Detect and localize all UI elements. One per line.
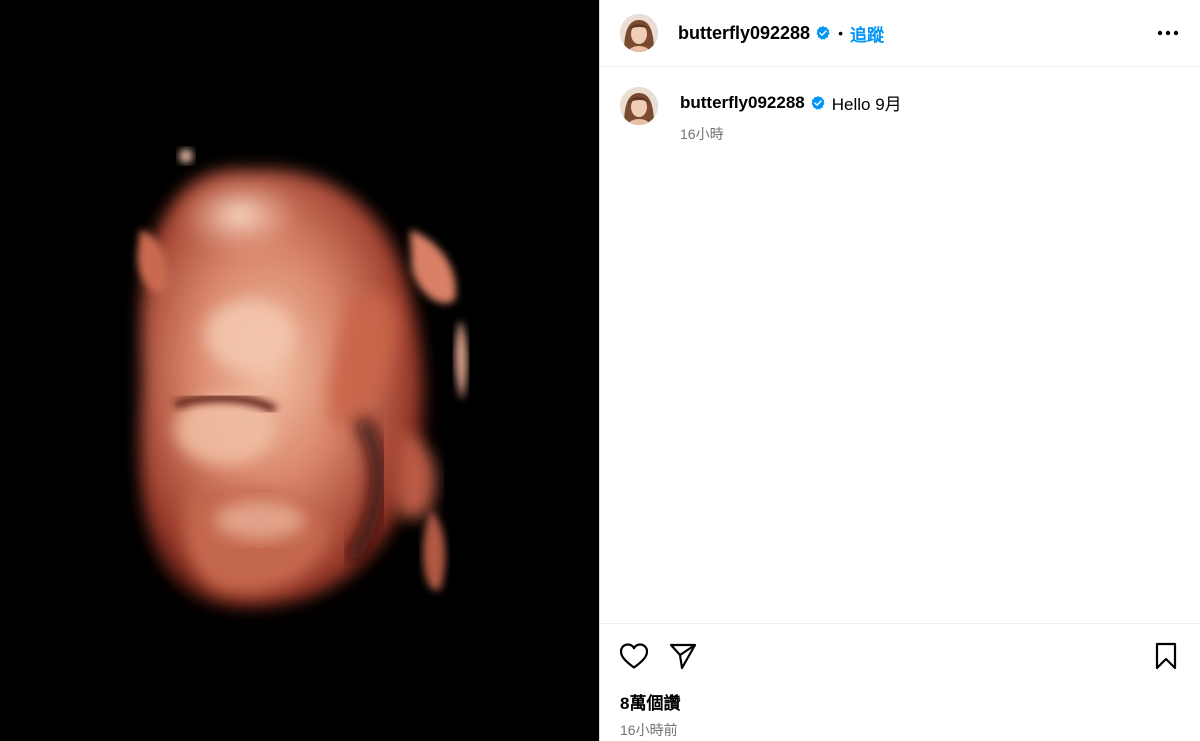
post-stats: 8萬個讚 16小時前	[600, 687, 1200, 741]
more-options-icon[interactable]	[1156, 21, 1180, 45]
caption: butterfly092288 Hello 9月 16小時	[620, 87, 1180, 144]
caption-username-link[interactable]: butterfly092288	[680, 93, 805, 113]
likes-count[interactable]: 8萬個讚	[620, 689, 1180, 714]
username-link[interactable]: butterfly092288	[678, 23, 810, 44]
paper-plane-icon[interactable]	[667, 640, 699, 672]
verified-badge-icon	[810, 95, 826, 111]
comments-section: butterfly092288 Hello 9月 16小時	[600, 67, 1200, 623]
bookmark-icon[interactable]	[1150, 640, 1182, 672]
verified-badge-icon	[815, 25, 831, 41]
post-media[interactable]	[0, 0, 599, 741]
heart-icon[interactable]	[618, 640, 650, 672]
post-sidebar: butterfly092288 • 追蹤 butterfly092288 Hel…	[599, 0, 1200, 741]
separator-dot: •	[838, 25, 843, 41]
avatar[interactable]	[620, 14, 658, 52]
action-bar	[600, 623, 1200, 687]
post-viewer: butterfly092288 • 追蹤 butterfly092288 Hel…	[0, 0, 1200, 741]
avatar-image	[620, 14, 658, 52]
post-header: butterfly092288 • 追蹤	[600, 0, 1200, 67]
caption-text: Hello 9月	[831, 95, 902, 114]
caption-timestamp[interactable]: 16小時	[680, 124, 902, 144]
ultrasound-image	[0, 0, 599, 741]
follow-button[interactable]: 追蹤	[850, 21, 884, 46]
avatar-image	[620, 87, 658, 125]
post-timestamp[interactable]: 16小時前	[620, 720, 1180, 740]
caption-line: butterfly092288 Hello 9月	[680, 90, 902, 115]
avatar[interactable]	[620, 87, 658, 125]
caption-body: butterfly092288 Hello 9月 16小時	[680, 90, 902, 144]
